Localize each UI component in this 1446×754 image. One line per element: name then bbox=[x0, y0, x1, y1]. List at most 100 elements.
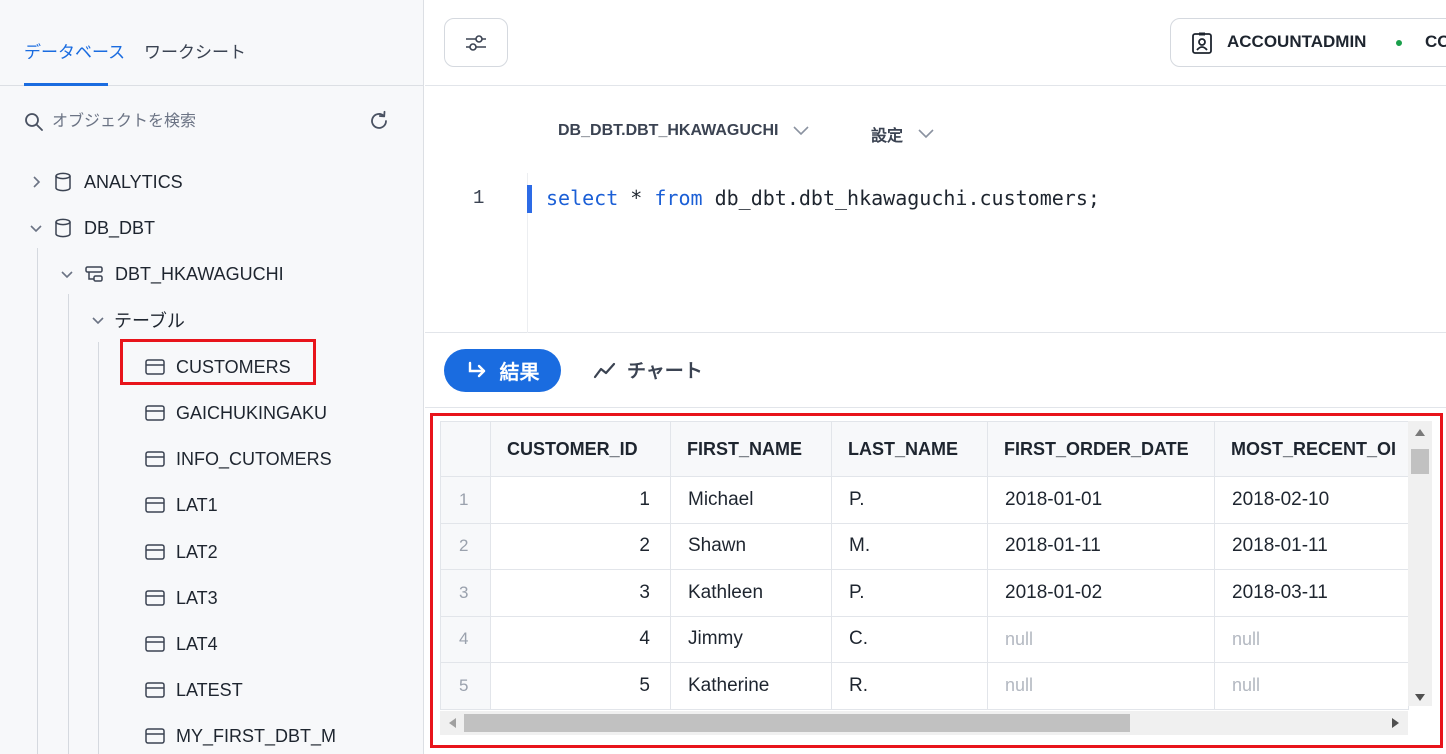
table-row[interactable]: 5 5 Katherine R. null null bbox=[440, 662, 1409, 710]
table-row[interactable]: 2 2 Shawn M. 2018-01-11 2018-01-11 bbox=[440, 523, 1409, 570]
settings-dropdown[interactable]: 設定 bbox=[871, 122, 935, 146]
filter-settings-button[interactable] bbox=[444, 18, 508, 67]
object-explorer-panel: データベース ワークシート ANALYTICS bbox=[0, 0, 424, 754]
sql-editor[interactable]: DB_DBT.DBT_HKAWAGUCHI 設定 1 select * from… bbox=[425, 87, 1446, 333]
cell-most-recent-order[interactable]: 2018-03-11 bbox=[1214, 569, 1409, 617]
row-number: 3 bbox=[440, 569, 491, 617]
cell-last-name[interactable]: P. bbox=[831, 476, 988, 524]
column-header[interactable]: LAST_NAME bbox=[831, 421, 988, 477]
table-icon bbox=[145, 682, 165, 698]
tree-item-table-lat4[interactable]: LAT4 bbox=[136, 628, 218, 660]
scroll-down-arrow[interactable] bbox=[1415, 694, 1425, 701]
active-line-marker bbox=[527, 185, 532, 213]
line-number: 1 bbox=[473, 187, 485, 209]
role-name: ACCOUNTADMIN bbox=[1227, 32, 1367, 51]
code-text: db_dbt.dbt_hkawaguchi.customers; bbox=[702, 186, 1100, 210]
scroll-up-arrow[interactable] bbox=[1415, 429, 1425, 436]
tree-item-db-dbt[interactable]: DB_DBT bbox=[28, 212, 155, 244]
row-number: 4 bbox=[440, 616, 491, 663]
column-header[interactable]: FIRST_NAME bbox=[670, 421, 832, 477]
tree-item-table-gaichukingaku[interactable]: GAICHUKINGAKU bbox=[136, 397, 327, 429]
table-icon bbox=[145, 728, 165, 744]
code-text: * bbox=[618, 186, 655, 210]
table-icon bbox=[145, 451, 165, 467]
tree-guide-line bbox=[98, 342, 99, 754]
tree-item-schema[interactable]: DBT_HKAWAGUCHI bbox=[59, 258, 284, 290]
horizontal-scrollbar[interactable] bbox=[440, 711, 1408, 735]
cell-most-recent-order[interactable]: null bbox=[1214, 616, 1409, 663]
cell-first-name[interactable]: Jimmy bbox=[670, 616, 832, 663]
cell-most-recent-order[interactable]: 2018-01-11 bbox=[1214, 523, 1409, 570]
cell-last-name[interactable]: R. bbox=[831, 662, 988, 710]
cell-customer-id[interactable]: 1 bbox=[490, 476, 671, 524]
scroll-thumb[interactable] bbox=[464, 714, 1130, 732]
table-header-row: CUSTOMER_ID FIRST_NAME LAST_NAME FIRST_O… bbox=[440, 421, 1409, 477]
code-line[interactable]: select * from db_dbt.dbt_hkawaguchi.cust… bbox=[546, 186, 1100, 210]
tree-guide-line bbox=[68, 294, 69, 754]
return-arrow-icon bbox=[468, 361, 485, 377]
cell-most-recent-order[interactable]: 2018-02-10 bbox=[1214, 476, 1409, 524]
table-icon bbox=[145, 497, 165, 513]
cell-customer-id[interactable]: 2 bbox=[490, 523, 671, 570]
cell-customer-id[interactable]: 5 bbox=[490, 662, 671, 710]
cell-customer-id[interactable]: 3 bbox=[490, 569, 671, 617]
cell-first-order-date[interactable]: null bbox=[987, 662, 1215, 710]
results-toolbar: 結果 チャート bbox=[425, 334, 1446, 408]
table-row[interactable]: 3 3 Kathleen P. 2018-01-02 2018-03-11 bbox=[440, 569, 1409, 617]
column-header[interactable]: CUSTOMER_ID bbox=[490, 421, 671, 477]
tree-item-analytics[interactable]: ANALYTICS bbox=[28, 166, 183, 198]
tree-item-table-my-first-dbt-m[interactable]: MY_FIRST_DBT_M bbox=[136, 720, 336, 752]
tree-item-label: GAICHUKINGAKU bbox=[176, 402, 328, 423]
cell-first-order-date[interactable]: 2018-01-02 bbox=[987, 569, 1215, 617]
cell-first-order-date[interactable]: null bbox=[987, 616, 1215, 663]
tab-worksheets[interactable]: ワークシート bbox=[144, 38, 246, 63]
scroll-left-arrow[interactable] bbox=[449, 718, 456, 728]
table-icon bbox=[145, 590, 165, 606]
vertical-scrollbar[interactable] bbox=[1408, 421, 1432, 706]
code-keyword: from bbox=[654, 186, 703, 210]
refresh-icon[interactable] bbox=[368, 110, 390, 132]
table-row[interactable]: 4 4 Jimmy C. null null bbox=[440, 616, 1409, 663]
chevron-down-icon bbox=[918, 129, 934, 139]
line-chart-icon bbox=[593, 362, 616, 378]
cell-first-order-date[interactable]: 2018-01-01 bbox=[987, 476, 1215, 524]
tree-item-tables-folder[interactable]: テーブル bbox=[90, 304, 185, 336]
annotation-highlight-box bbox=[120, 339, 316, 385]
cell-first-name[interactable]: Katherine bbox=[670, 662, 832, 710]
table-row[interactable]: 1 1 Michael P. 2018-01-01 2018-02-10 bbox=[440, 476, 1409, 524]
tree-item-label: LAT2 bbox=[176, 541, 218, 562]
results-button[interactable]: 結果 bbox=[444, 349, 561, 392]
tree-item-table-info-cutomers[interactable]: INFO_CUTOMERS bbox=[136, 443, 332, 475]
column-header[interactable]: FIRST_ORDER_DATE bbox=[987, 421, 1215, 477]
context-label: DB_DBT.DBT_HKAWAGUCHI bbox=[558, 122, 779, 139]
tree-item-label: DB_DBT bbox=[84, 217, 156, 238]
tree-item-label: LAT4 bbox=[176, 633, 218, 654]
scroll-right-arrow[interactable] bbox=[1392, 718, 1399, 728]
chart-button[interactable]: チャート bbox=[593, 356, 703, 383]
tree-item-table-lat1[interactable]: LAT1 bbox=[136, 489, 218, 521]
tree-item-table-latest[interactable]: LATEST bbox=[136, 674, 243, 706]
tree-item-label: LAT1 bbox=[176, 494, 218, 515]
scroll-thumb[interactable] bbox=[1411, 449, 1429, 474]
cell-most-recent-order[interactable]: null bbox=[1214, 662, 1409, 710]
cell-last-name[interactable]: C. bbox=[831, 616, 988, 663]
cell-first-order-date[interactable]: 2018-01-11 bbox=[987, 523, 1215, 570]
chevron-right-icon bbox=[33, 176, 41, 188]
database-icon bbox=[55, 172, 71, 192]
tree-item-table-lat3[interactable]: LAT3 bbox=[136, 582, 218, 614]
cell-last-name[interactable]: M. bbox=[831, 523, 988, 570]
column-header[interactable]: MOST_RECENT_OI bbox=[1214, 421, 1409, 477]
cell-customer-id[interactable]: 4 bbox=[490, 616, 671, 663]
role-warehouse-selector[interactable]: ACCOUNTADMIN CO bbox=[1170, 18, 1446, 67]
search-input[interactable] bbox=[52, 110, 352, 134]
cell-first-name[interactable]: Shawn bbox=[670, 523, 832, 570]
cell-first-name[interactable]: Michael bbox=[670, 476, 832, 524]
context-selector[interactable]: DB_DBT.DBT_HKAWAGUCHI bbox=[558, 122, 810, 140]
cell-first-name[interactable]: Kathleen bbox=[670, 569, 832, 617]
tree-item-label: テーブル bbox=[114, 311, 185, 331]
row-number-header bbox=[440, 421, 491, 477]
tab-databases[interactable]: データベース bbox=[24, 38, 125, 63]
sidebar-tabs: データベース ワークシート bbox=[0, 0, 423, 86]
cell-last-name[interactable]: P. bbox=[831, 569, 988, 617]
tree-item-table-lat2[interactable]: LAT2 bbox=[136, 536, 218, 568]
